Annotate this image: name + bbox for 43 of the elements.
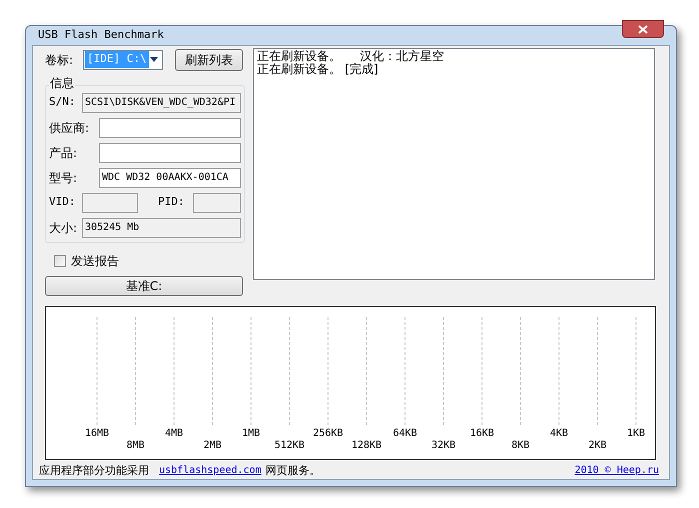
axis-label: 64KB (392, 428, 418, 438)
field-label: 产品: (49, 144, 78, 162)
pid-label: PID: (158, 194, 186, 210)
copyright-link[interactable]: 2010 © Heep.ru (574, 463, 659, 478)
website-link[interactable]: usbflashspeed.com (159, 463, 262, 478)
axis-label: 2KB (588, 440, 607, 450)
axis-label: 1MB (242, 428, 260, 438)
vid-label: VID: (49, 194, 76, 210)
close-icon (638, 24, 648, 34)
vid-field (82, 192, 138, 212)
checkbox-label: 发送报告 (71, 252, 119, 270)
size-label: 大小: (49, 220, 78, 236)
axis-label: 4KB (550, 428, 568, 438)
refresh-list-button[interactable]: 刷新列表 (175, 48, 244, 70)
checkbox[interactable] (54, 254, 66, 266)
dropdown-arrow-icon (150, 57, 158, 62)
footer-text: 网页服务。 (265, 462, 320, 478)
volume-label: 卷标: (45, 52, 74, 68)
axis-label: 2MB (203, 440, 222, 450)
size-field: 305245 Mb (82, 218, 241, 238)
log-line: 正在刷新设备。 汉化：北方星空 (257, 50, 444, 62)
axis-label: 128KB (351, 440, 382, 450)
serial-field: SCSI\DISK&VEN_WDC_WD32&PI (82, 92, 241, 112)
axis-label: 1KB (626, 428, 646, 438)
axis-label: 16KB (470, 428, 494, 438)
field-label: S/N: (49, 94, 76, 110)
axis-label: 256KB (312, 428, 344, 438)
axis-label: 4MB (164, 428, 184, 438)
field-label: 型号: (49, 170, 78, 186)
window-title: USB Flash Benchmark (38, 27, 164, 43)
field-label: 供应商: (49, 120, 90, 136)
axis-label: 8KB (511, 440, 530, 450)
benchmark-button[interactable]: 基准C: (45, 276, 243, 296)
group-title: 信息 (49, 76, 75, 88)
log-line: 正在刷新设备。 [完成] (257, 62, 378, 76)
footer-text: 应用程序部分功能采用 (39, 462, 149, 478)
axis-label: 16MB (84, 428, 110, 438)
pid-field (193, 192, 241, 212)
close-button[interactable] (622, 20, 664, 38)
info-field: WDC WD32 00AAKX-001CA (99, 168, 241, 188)
axis-label: 8MB (126, 440, 145, 450)
axis-label: 512KB (274, 440, 305, 450)
axis-label: 32KB (431, 440, 456, 450)
